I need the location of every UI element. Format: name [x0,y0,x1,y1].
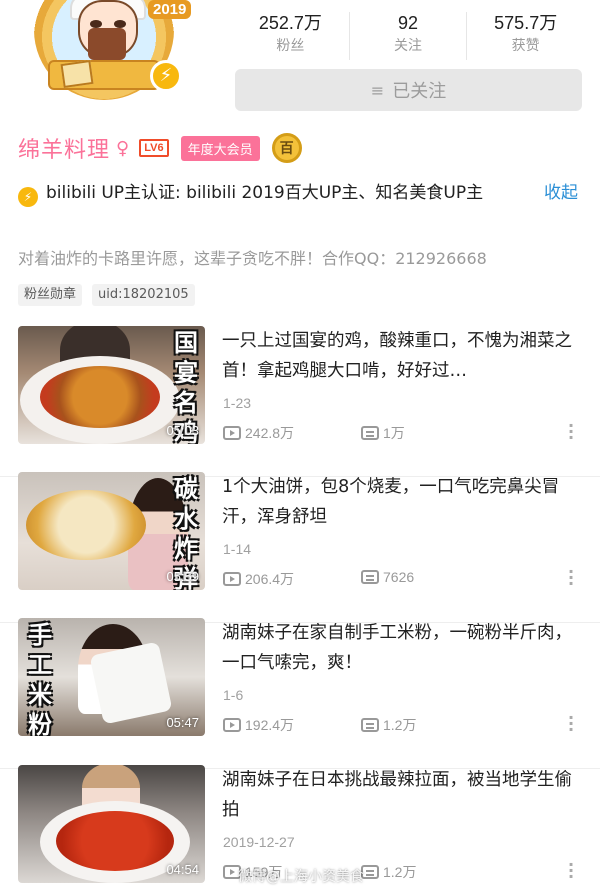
video-thumbnail[interactable]: 04:54 [18,765,205,883]
vip-badge[interactable]: 年度大会员 [180,135,260,161]
danmaku-icon [361,718,379,732]
video-item[interactable]: 手工米粉 05:47 湖南妹子在家自制手工米粉，一碗粉半斤肉，一口气嗦完，爽！ … [0,618,600,769]
video-meta: 242.8万 1万 [223,423,405,443]
danmaku-wrap: 1.2万 [361,715,416,735]
video-title[interactable]: 湖南妹子在日本挑战最辣拉面，被当地学生偷拍 [222,765,572,825]
stat-label: 粉丝 [276,38,305,54]
verification-text: ⚡ bilibili UP主认证: bilibili 2019百大UP主、知名美食… [18,178,538,208]
danmaku-wrap: 7626 [361,569,414,585]
danmaku-wrap: 1.2万 [361,862,416,882]
stat-value: 575.7万 [494,13,558,33]
video-date: 1-14 [223,541,252,557]
stat-value: 252.7万 [258,13,322,33]
danmaku-icon [361,570,379,584]
video-title[interactable]: 湖南妹子在家自制手工米粉，一碗粉半斤肉，一口气嗦完，爽！ [222,618,572,678]
more-options-icon[interactable]: · · · [566,418,576,446]
stat-likes[interactable]: 575.7万 获赞 [466,12,584,60]
danmaku-wrap: 1万 [361,423,405,443]
video-date: 2019-12-27 [223,834,295,850]
danmaku-count: 7626 [383,569,415,585]
video-thumbnail[interactable]: 手工米粉 05:47 [18,618,205,736]
play-count: 192.4万 [245,717,295,733]
stat-label: 获赞 [511,38,540,54]
video-item[interactable]: 碳水炸弹 05:59 1个大油饼，包8个烧麦，一口气吃完鼻尖冒汗，浑身舒坦 1-… [0,472,600,623]
video-duration: 05:59 [166,569,199,584]
video-duration: 05:03 [166,423,199,438]
eye-icon [90,20,102,28]
uid-tag: uid:18202105 [92,284,195,306]
video-duration: 05:47 [166,715,199,730]
video-thumbnail[interactable]: 国宴名鸡 05:03 [18,326,205,444]
verified-bolt-icon: ⚡ [150,60,182,92]
danmaku-count: 1.2万 [383,717,417,733]
name-row: 绵羊料理 ♀ LV6 年度大会员 百 [18,132,302,164]
video-meta: 206.4万 7626 [223,569,414,589]
top-up-medal-icon[interactable]: 百 [271,133,302,163]
followed-button-label: 已关注 [392,81,447,102]
stats-bar: 252.7万 粉丝 92 关注 575.7万 获赞 [232,12,584,60]
video-duration: 04:54 [166,862,199,877]
fan-medal-tag[interactable]: 粉丝勋章 [18,284,83,306]
watermark: 微博@上海小资美食 [238,869,364,885]
more-options-icon[interactable]: · · · [566,564,576,592]
avatar-year-badge: 2019 [148,0,192,19]
stat-label: 关注 [394,38,422,54]
play-count-icon [223,572,241,586]
level-badge: LV6 [139,139,169,157]
danmaku-count: 1.2万 [383,864,417,880]
verification-label: bilibili UP主认证: bilibili 2019百大UP主、知名美食U… [46,183,484,203]
stat-following[interactable]: 92 关注 [348,12,467,60]
play-count-icon [223,426,241,440]
play-count: 242.8万 [245,425,295,441]
eye-icon [114,20,126,28]
followed-button[interactable]: ≡ 已关注 [235,69,582,111]
collapse-link[interactable]: 收起 [544,178,578,208]
verified-bolt-icon: ⚡ [18,187,38,207]
stat-value: 92 [397,13,419,33]
cover-text: 手工米粉 [28,621,52,736]
more-options-icon[interactable]: · · · [566,710,576,738]
play-count-icon [223,718,241,732]
video-date: 1-6 [223,687,244,703]
female-icon: ♀ [116,137,130,159]
video-title[interactable]: 1个大油饼，包8个烧麦，一口气吃完鼻尖冒汗，浑身舒坦 [222,472,572,532]
box-icon [60,60,94,88]
video-thumbnail[interactable]: 碳水炸弹 05:59 [18,472,205,590]
video-title[interactable]: 一只上过国宴的鸡，酸辣重口，不愧为湘菜之首！拿起鸡腿大口啃，好好过… [222,326,572,386]
danmaku-count: 1万 [383,425,405,441]
stat-fans[interactable]: 252.7万 粉丝 [232,12,349,60]
bio-text: 对着油炸的卡路里许愿，这辈子贪吃不胖！合作QQ：212926668 [18,249,487,268]
user-name: 绵羊料理 [18,138,111,163]
video-date: 1-23 [223,395,252,411]
tag-row: 粉丝勋章 uid:18202105 [18,284,195,306]
food-icon [88,28,126,60]
video-meta: 192.4万 1.2万 [223,715,416,735]
menu-icon: ≡ [370,80,385,100]
play-count: 206.4万 [245,571,295,587]
avatar[interactable]: 2019 ⚡ [30,0,192,108]
more-options-icon[interactable]: · · · [566,857,576,885]
video-item[interactable]: 国宴名鸡 05:03 一只上过国宴的鸡，酸辣重口，不愧为湘菜之首！拿起鸡腿大口啃… [0,326,600,477]
danmaku-icon [361,426,379,440]
